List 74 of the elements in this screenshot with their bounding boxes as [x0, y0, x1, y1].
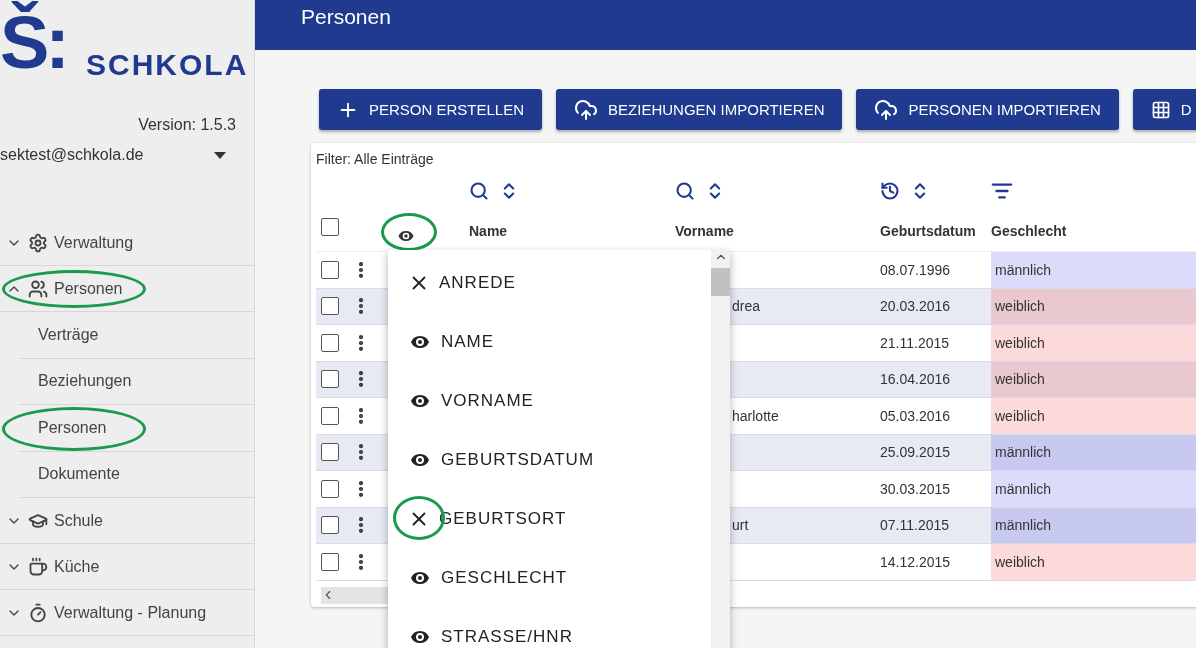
table-cell: männlich — [991, 252, 1196, 288]
gear-icon — [28, 232, 48, 253]
people-icon — [28, 278, 48, 299]
table-cell: männlich — [991, 471, 1196, 507]
row-checkbox[interactable] — [321, 516, 339, 535]
cloud-upload-icon — [574, 97, 599, 122]
table-cell: männlich — [991, 434, 1196, 470]
vertical-scrollbar[interactable] — [711, 250, 730, 648]
table-cell: weiblich — [991, 398, 1196, 434]
page-title: Personen — [301, 5, 391, 29]
menu-item[interactable]: VORNAME — [408, 388, 711, 414]
nav-item[interactable]: Verwaltung — [0, 220, 254, 266]
table-cell-text: urt — [731, 517, 750, 534]
table-cell: männlich — [991, 507, 1196, 543]
menu-item[interactable]: NAME — [408, 329, 711, 355]
toolbar-button[interactable]: BEZIEHUNGEN IMPORTIEREN — [556, 89, 843, 130]
toolbar-button[interactable]: PERSON ERSTELLEN — [319, 89, 543, 130]
column-header[interactable]: Vorname — [675, 223, 880, 239]
scrollbar-thumb[interactable] — [711, 268, 730, 296]
column-header[interactable]: Geburtsdatum — [880, 223, 991, 239]
table-cell-text: 08.07.1996 — [880, 261, 952, 278]
search-icon[interactable] — [469, 181, 489, 201]
table-cell-text: 14.12.2015 — [880, 553, 952, 570]
filter-label: Filter: Alle Einträge — [316, 151, 434, 167]
cup-icon — [28, 556, 48, 577]
nav-item[interactable]: Verwaltung - Planung — [0, 590, 254, 636]
table-cell-text: 16.04.2016 — [880, 371, 952, 388]
nav-item[interactable]: Personen — [0, 266, 254, 312]
row-checkbox[interactable] — [321, 552, 339, 571]
cloud-upload-icon — [874, 97, 899, 122]
table-cell: weiblich — [991, 288, 1196, 324]
menu-item[interactable]: GEBURTSDATUM — [408, 447, 711, 473]
row-checkbox[interactable] — [321, 406, 339, 425]
table-cell: weiblich — [991, 544, 1196, 580]
search-icon[interactable] — [675, 181, 695, 201]
dropdown-caret-icon[interactable] — [214, 151, 226, 159]
row-checkbox[interactable] — [321, 370, 339, 389]
table-cell-text: 05.03.2016 — [880, 407, 952, 424]
column-header[interactable]: Name — [469, 223, 675, 239]
menu-item[interactable]: GESCHLECHT — [408, 565, 711, 591]
menu-item[interactable]: STRASSE/HNR — [408, 624, 711, 648]
row-checkbox[interactable] — [321, 443, 339, 462]
nav-subitem[interactable]: Dokumente — [20, 451, 254, 498]
table-cell: weiblich — [991, 361, 1196, 397]
stopwatch-icon — [28, 602, 48, 623]
select-all-checkbox[interactable] — [321, 218, 339, 236]
logo-mark: Š: — [0, 0, 67, 87]
table-cell-text: 07.11.2015 — [880, 517, 951, 534]
row-checkbox[interactable] — [321, 260, 339, 279]
table-cell-text: 25.09.2015 — [880, 444, 952, 461]
table-cell-text: 30.03.2015 — [880, 480, 952, 497]
row-checkbox[interactable] — [321, 333, 339, 352]
grid-icon — [1150, 99, 1171, 120]
user-email: sektest@schkola.de — [0, 146, 144, 164]
toolbar-button[interactable]: PERSONEN IMPORTIEREN — [856, 89, 1119, 130]
row-checkbox[interactable] — [321, 479, 339, 498]
table-cell-text: 20.03.2016 — [880, 298, 952, 315]
table-cell-text: drea — [731, 298, 762, 315]
version-label: Version: 1.5.3 — [138, 116, 236, 134]
table-cell-text: 21.11.2015 — [880, 334, 951, 351]
logo-name: SCHKOLA — [86, 48, 249, 82]
nav-item[interactable]: Schule — [0, 498, 254, 544]
nav-subitem[interactable]: Personen — [20, 405, 254, 452]
nav-item[interactable]: Küche — [0, 544, 254, 590]
table-cell-text: harlotte — [731, 407, 780, 424]
row-checkbox[interactable] — [321, 297, 339, 316]
column-header[interactable]: Geschlecht — [991, 223, 1196, 239]
filter-icon[interactable] — [991, 180, 1013, 202]
nav-subitem[interactable]: Verträge — [20, 312, 254, 359]
nav-subitem[interactable]: Beziehungen — [20, 358, 254, 405]
table-cell: weiblich — [991, 325, 1196, 361]
history-icon[interactable] — [880, 181, 900, 201]
menu-item[interactable]: ANREDE — [408, 270, 711, 296]
toolbar-button[interactable]: D — [1132, 89, 1196, 130]
